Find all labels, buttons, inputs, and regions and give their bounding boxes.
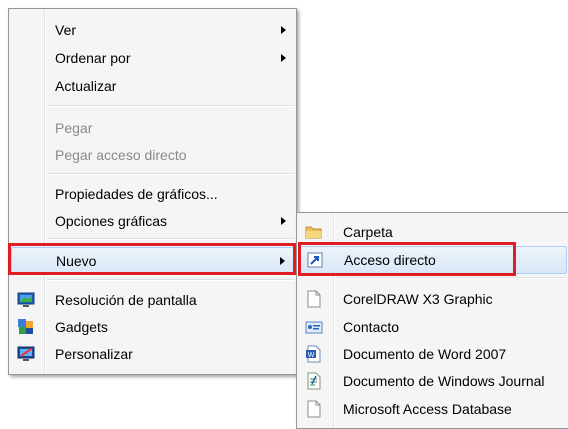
submenu-item-word[interactable]: W Documento de Word 2007	[297, 341, 568, 367]
contact-card-icon	[305, 318, 323, 336]
menu-separator	[47, 279, 294, 281]
word-document-icon: W	[305, 345, 323, 363]
desktop-context-menu: Ver Ordenar por Actualizar Pegar Pegar a…	[8, 8, 297, 375]
gadgets-icon	[17, 318, 35, 336]
menu-item-label: Propiedades de gráficos...	[55, 186, 218, 202]
menu-item-pegar-acceso-directo: Pegar acceso directo	[9, 142, 296, 168]
menu-item-label: Contacto	[343, 319, 400, 335]
menu-item-label: Resolución de pantalla	[55, 292, 197, 308]
blank-document-icon	[305, 400, 323, 418]
highlight-box-acceso-directo	[298, 242, 516, 276]
journal-document-icon	[305, 372, 323, 390]
submenu-arrow-icon	[281, 54, 286, 62]
menu-item-label: Personalizar	[55, 346, 133, 362]
menu-item-label: Microsoft Access Database	[343, 401, 512, 417]
menu-item-label: Carpeta	[343, 224, 393, 240]
menu-item-label: CorelDRAW X3 Graphic	[343, 291, 493, 307]
menu-item-actualizar[interactable]: Actualizar	[9, 73, 296, 99]
submenu-item-access-database[interactable]: Microsoft Access Database	[297, 396, 568, 422]
menu-separator	[47, 238, 294, 240]
menu-item-label: Pegar	[55, 120, 93, 136]
menu-item-label: Ver	[55, 22, 77, 38]
menu-item-label: Pegar acceso directo	[55, 147, 187, 163]
menu-item-ordenar-por[interactable]: Ordenar por	[9, 45, 296, 71]
display-resolution-icon	[17, 291, 35, 309]
menu-item-opciones-graficas[interactable]: Opciones gráficas	[9, 208, 296, 234]
menu-item-label: Documento de Windows Journal	[343, 373, 545, 389]
submenu-item-coreldraw[interactable]: CorelDRAW X3 Graphic	[297, 286, 568, 312]
menu-item-resolucion-pantalla[interactable]: Resolución de pantalla	[9, 287, 296, 313]
folder-icon	[305, 223, 323, 241]
svg-text:W: W	[308, 352, 315, 359]
menu-separator	[47, 173, 294, 175]
menu-item-label: Opciones gráficas	[55, 213, 168, 229]
personalize-icon	[17, 345, 35, 363]
submenu-arrow-icon	[281, 217, 286, 225]
menu-item-ver[interactable]: Ver	[9, 17, 296, 43]
blank-document-icon	[305, 290, 323, 308]
submenu-arrow-icon	[281, 26, 286, 34]
menu-item-label: Documento de Word 2007	[343, 346, 507, 362]
menu-item-personalizar[interactable]: Personalizar	[9, 341, 296, 367]
menu-item-label: Ordenar por	[55, 50, 131, 66]
menu-item-label: Actualizar	[55, 78, 117, 94]
highlight-box-nuevo	[8, 243, 296, 275]
submenu-item-contacto[interactable]: Contacto	[297, 314, 568, 340]
menu-item-pegar: Pegar	[9, 115, 296, 141]
submenu-item-windows-journal[interactable]: Documento de Windows Journal	[297, 368, 568, 394]
menu-separator	[335, 277, 567, 279]
menu-item-label: Gadgets	[55, 319, 108, 335]
menu-item-gadgets[interactable]: Gadgets	[9, 314, 296, 340]
menu-separator	[47, 105, 294, 107]
menu-item-propiedades-graficos[interactable]: Propiedades de gráficos...	[9, 181, 296, 207]
